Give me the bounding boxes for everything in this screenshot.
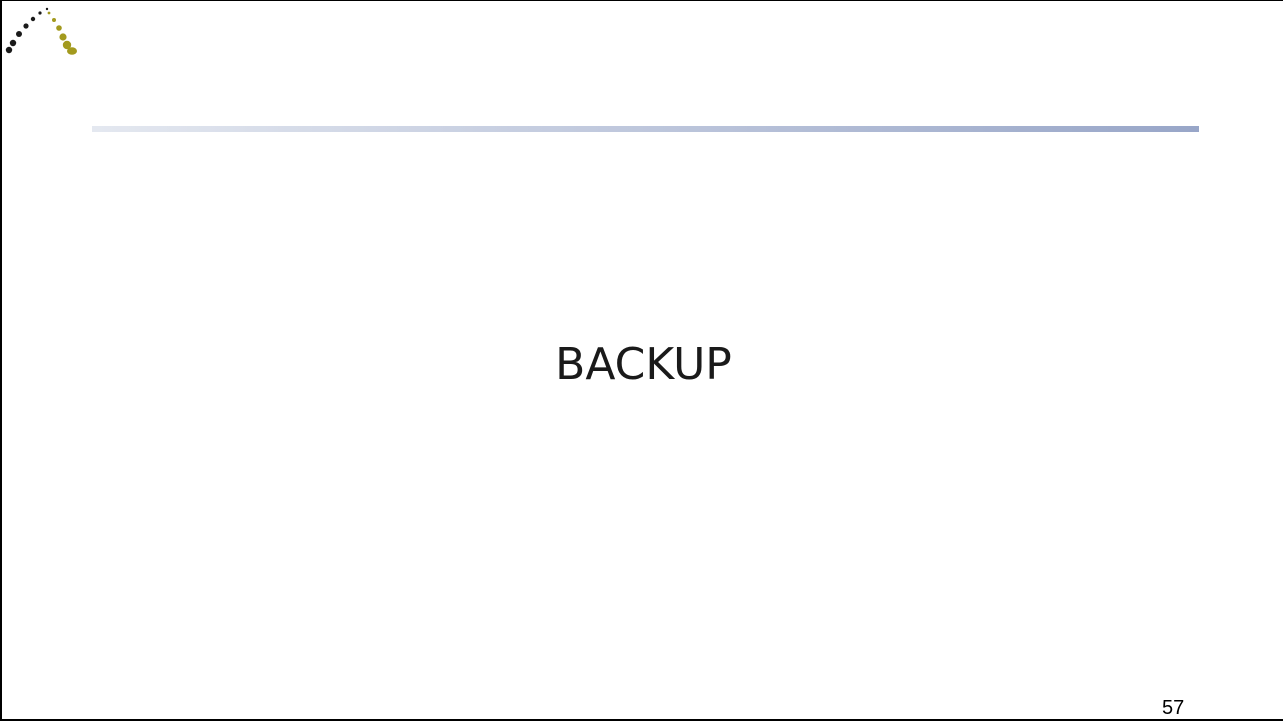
slide-title: BACKUP [555,339,732,390]
page-number: 57 [1162,697,1185,719]
slide: BACKUP 57 [0,0,1283,721]
dotted-arc-logo-icon [5,7,77,55]
header-divider [92,126,1199,132]
